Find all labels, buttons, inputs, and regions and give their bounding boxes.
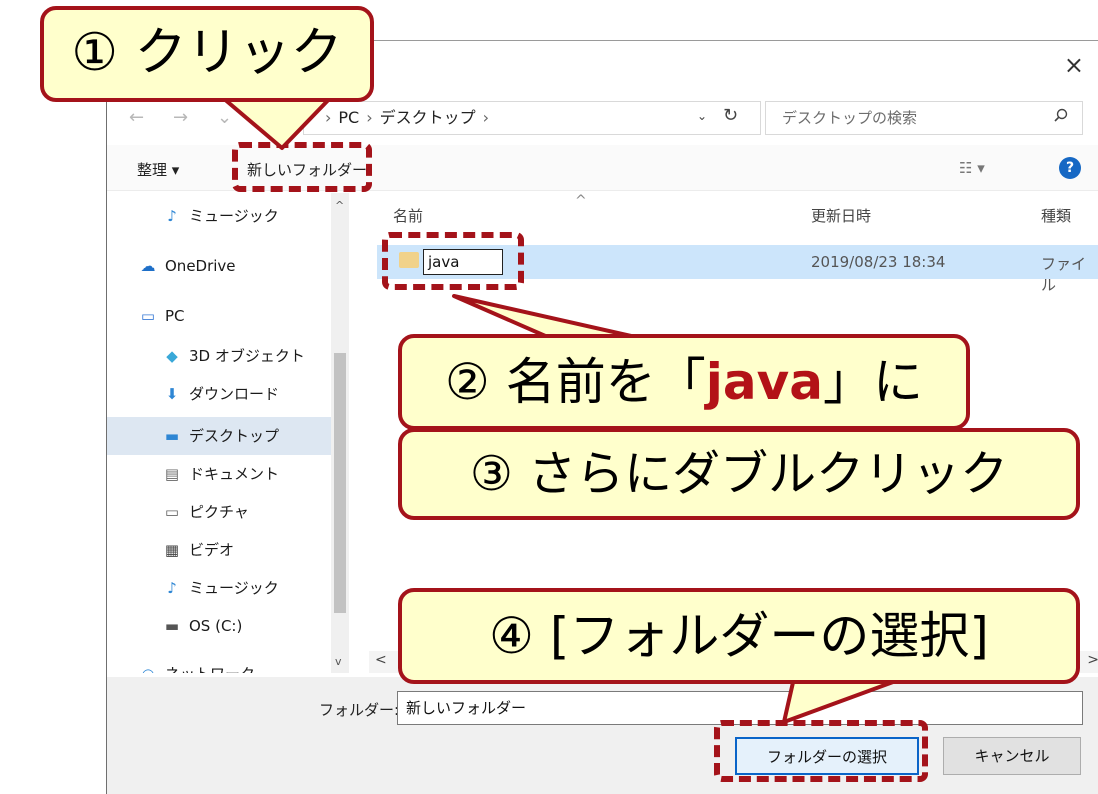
sidebar-item-documents[interactable]: ▤ ドキュメント [161, 461, 279, 487]
breadcrumb-separator: › [482, 108, 490, 127]
sidebar-item-label: OS (C:) [189, 617, 243, 635]
music-icon: ♪ [167, 579, 177, 597]
sidebar-scrollbar[interactable]: ^ v [331, 193, 349, 673]
scroll-left-icon[interactable]: < [375, 652, 387, 668]
forward-arrow-icon[interactable]: → [173, 107, 188, 128]
search-placeholder: デスクトップの検索 [782, 109, 918, 127]
drive-icon: ▬ [164, 617, 180, 635]
sidebar-item-label: ミュージック [189, 207, 279, 225]
organize-menu[interactable]: 整理 ▾ [137, 159, 179, 180]
close-button[interactable]: × [1064, 51, 1084, 79]
desktop-icon: ▬ [164, 427, 180, 445]
breadcrumb-separator: › [366, 108, 373, 127]
sidebar-item-label: ミュージック [189, 579, 279, 597]
computer-icon: ▭ [140, 307, 156, 325]
sidebar-item-label: ビデオ [189, 541, 235, 559]
sidebar-item-label: ドキュメント [189, 465, 280, 483]
cloud-icon: ☁ [140, 257, 156, 275]
cancel-button[interactable]: キャンセル [943, 737, 1081, 775]
step4-text: ④ [フォルダーの選択] [489, 607, 989, 665]
callout-step1: ① クリック [40, 6, 374, 102]
sidebar-item-label: OneDrive [165, 257, 236, 275]
scroll-up-icon[interactable]: ^ [335, 199, 344, 212]
step3-text: ③ さらにダブルクリック [469, 446, 1009, 502]
column-header-type[interactable]: 種類 [1041, 205, 1071, 226]
sidebar-item-label: ダウンロード [189, 385, 280, 403]
breadcrumb-desktop[interactable]: デスクトップ [380, 108, 476, 127]
sidebar-item-videos[interactable]: ▦ ビデオ [161, 537, 234, 563]
sidebar-item-desktop[interactable]: ▬ デスクトップ [107, 417, 331, 455]
callout-step3: ③ さらにダブルクリック [398, 428, 1080, 520]
callout-step2: ② 名前を「java」に [398, 334, 970, 430]
sidebar-item-network[interactable]: ◒ ネットワーク [137, 661, 255, 673]
sidebar-item-label: ネットワーク [165, 665, 255, 673]
music-icon: ♪ [167, 207, 177, 225]
sidebar-item-3d-objects[interactable]: ◆ 3D オブジェクト [161, 343, 305, 369]
video-icon: ▦ [164, 541, 180, 559]
view-options-icon[interactable]: ☷ ▾ [959, 159, 985, 177]
step2-prefix: ② 名前を「 [445, 353, 706, 411]
step1-text: ① クリック [71, 23, 343, 83]
folder-field-label: フォルダー: [319, 701, 400, 719]
navigation-pane: ♪ ミュージック ☁ OneDrive ▭ PC ◆ 3D オブジェクト ⬇ ダウンロード… [107, 193, 365, 673]
sidebar-item-pc[interactable]: ▭ PC [137, 303, 185, 329]
scroll-right-icon[interactable]: > [1087, 652, 1098, 668]
scrollbar-thumb[interactable] [334, 353, 346, 613]
sidebar-item-label: 3D オブジェクト [189, 347, 305, 365]
sidebar-item-music[interactable]: ♪ ミュージック [161, 203, 279, 229]
cube-icon: ◆ [166, 347, 178, 365]
document-icon: ▤ [164, 465, 180, 483]
select-button-highlight [714, 720, 928, 782]
sidebar-item-downloads[interactable]: ⬇ ダウンロード [161, 381, 279, 407]
help-icon[interactable]: ? [1059, 157, 1081, 179]
sidebar-item-pictures[interactable]: ▭ ピクチャ [161, 499, 249, 525]
sidebar-item-label: ピクチャ [189, 503, 249, 521]
file-type: ファイル [1041, 255, 1087, 294]
step2-suffix: 」に [822, 353, 923, 411]
sidebar-item-onedrive[interactable]: ☁ OneDrive [137, 253, 236, 279]
rename-highlight [382, 232, 524, 290]
network-icon: ◒ [137, 661, 159, 673]
picture-icon: ▭ [164, 503, 180, 521]
sidebar-item-os-drive[interactable]: ▬ OS (C:) [161, 613, 242, 639]
scroll-down-icon[interactable]: v [335, 655, 342, 668]
address-dropdown-icon[interactable]: ⌄ [697, 109, 707, 123]
sidebar-item-label: PC [165, 307, 185, 325]
sort-ascending-icon: ^ [575, 193, 587, 209]
step2-accent-java: java [705, 353, 823, 411]
address-bar[interactable]: › PC › デスクトップ › [303, 101, 761, 135]
sidebar-item-music-2[interactable]: ♪ ミュージック [161, 575, 279, 601]
column-header-name[interactable]: 名前 [393, 205, 423, 226]
search-icon [1054, 108, 1068, 122]
file-modified-date: 2019/08/23 18:34 [811, 253, 946, 271]
download-icon: ⬇ [165, 385, 179, 403]
dialog-footer: フォルダー: 新しいフォルダー フォルダーの選択 キャンセル [107, 677, 1098, 794]
column-header-modified[interactable]: 更新日時 [811, 205, 871, 226]
sidebar-item-label: デスクトップ [189, 427, 280, 445]
search-input[interactable]: デスクトップの検索 [765, 101, 1083, 135]
back-arrow-icon[interactable]: ← [129, 107, 144, 128]
refresh-icon[interactable]: ↻ [723, 105, 738, 126]
callout-step4: ④ [フォルダーの選択] [398, 588, 1080, 684]
